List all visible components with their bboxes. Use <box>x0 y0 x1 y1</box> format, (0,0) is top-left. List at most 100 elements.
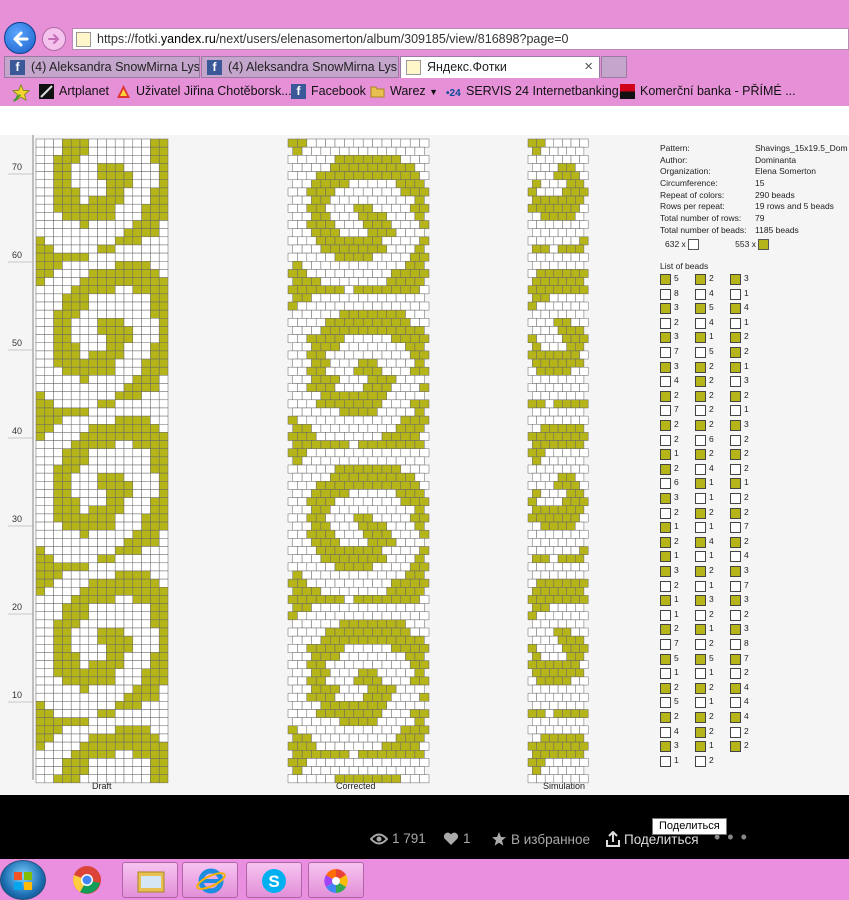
close-icon[interactable]: × <box>584 58 593 75</box>
bead-cell <box>132 252 142 262</box>
new-tab-button[interactable] <box>601 56 627 78</box>
y-tick-label: 20 <box>12 602 22 612</box>
bead-cell <box>339 587 350 596</box>
bead-cell <box>35 244 46 254</box>
bead-cell <box>315 171 326 180</box>
favorite-jirina[interactable]: Uživatel Jiřina Chotěborsk... <box>116 83 292 101</box>
bead-count: 2 <box>709 375 714 386</box>
bead-cell <box>301 293 312 303</box>
bead-cell <box>386 554 397 564</box>
bead-cell <box>123 228 134 238</box>
bead-cell <box>330 554 340 564</box>
bead-cell <box>287 155 298 164</box>
bead-cell <box>320 668 331 678</box>
bead-cell <box>570 203 580 213</box>
file-explorer-icon <box>137 871 165 893</box>
bead-cell <box>62 578 72 588</box>
bead-cell <box>53 334 63 344</box>
info-value: 79 <box>755 213 765 224</box>
bead-cell <box>132 644 142 653</box>
bead-cell <box>150 309 160 319</box>
bead-cell <box>114 309 125 319</box>
bead-cell <box>62 138 72 148</box>
bead-cell <box>566 766 576 775</box>
bead-cell <box>353 464 364 474</box>
bead-cell <box>158 611 169 621</box>
bead-cell <box>570 497 580 507</box>
taskbar-picasa[interactable] <box>308 862 364 898</box>
bead-cell <box>306 595 317 604</box>
bead-cell <box>292 456 303 466</box>
bead-cell <box>62 203 72 213</box>
bead-cell <box>106 326 116 335</box>
bead-cell <box>395 570 406 580</box>
taskbar-file-explorer[interactable] <box>122 862 178 898</box>
bead-count: 4 <box>744 550 749 561</box>
bead-cell <box>301 391 312 401</box>
bead-cell <box>527 399 537 409</box>
bead-cell <box>62 399 72 409</box>
bead-cell <box>35 228 46 238</box>
bead-cell <box>141 456 151 466</box>
bead-list-item: 2 <box>730 667 760 680</box>
bead-cell <box>527 774 537 784</box>
favorite-servis24[interactable]: •24 SERVIS 24 Internetbanking... <box>446 83 629 101</box>
bead-list-item: 8 <box>730 638 760 651</box>
taskbar-internet-explorer[interactable] <box>182 862 238 898</box>
bead-cell <box>325 350 336 360</box>
bead-swatch <box>660 755 671 767</box>
favorite-komercni-banka[interactable]: Komerční banka - PŘÍMÉ ... <box>620 83 796 101</box>
bead-count: 2 <box>674 316 679 327</box>
bead-cell <box>367 587 378 596</box>
bead-cell <box>88 725 98 735</box>
bead-cell <box>377 750 387 759</box>
bead-cell <box>527 741 537 751</box>
back-button[interactable] <box>4 22 36 54</box>
favorite-facebook[interactable]: f Facebook <box>291 83 366 101</box>
bead-cell <box>106 415 116 425</box>
bead-cell <box>575 391 585 401</box>
bead-cell <box>386 603 397 612</box>
bead-cell <box>97 587 107 596</box>
bead-cell <box>123 635 134 645</box>
bead-cell <box>395 358 406 368</box>
bead-cell <box>532 619 542 629</box>
bead-count: 4 <box>709 316 714 327</box>
bead-cell <box>549 261 559 270</box>
bead-cell <box>62 562 72 572</box>
address-bar[interactable]: https://fotki.yandex.ru/next/users/elena… <box>72 28 849 50</box>
start-button[interactable] <box>0 860 46 900</box>
bead-cell <box>53 554 63 564</box>
bead-cell <box>372 676 383 686</box>
tab-facebook-2[interactable]: f (4) Aleksandra SnowMirna Lys... <box>201 56 399 78</box>
bead-cell <box>114 326 125 335</box>
bead-cell <box>348 407 359 417</box>
bead-cell <box>123 464 134 474</box>
bead-cell <box>330 212 340 221</box>
photo-viewer[interactable]: 70 60 50 40 30 20 10 Draft Corrected Simulatio… <box>0 135 849 795</box>
favorite-artplanet[interactable]: Artplanet <box>39 83 109 101</box>
bead-cell <box>132 513 142 523</box>
favorite-warez[interactable]: Warez ▼ <box>370 83 438 101</box>
tab-facebook-1[interactable]: f (4) Aleksandra SnowMirna Lys... <box>4 56 200 78</box>
like-button[interactable]: 1 <box>443 831 471 846</box>
forward-button[interactable] <box>42 27 66 51</box>
bead-cell <box>395 684 406 694</box>
bead-swatch <box>660 712 671 723</box>
bead-cell <box>362 301 373 311</box>
bead-cell <box>62 595 72 604</box>
taskbar-skype[interactable]: S <box>246 862 302 898</box>
bead-cell <box>70 383 81 392</box>
taskbar-chrome[interactable] <box>60 862 116 898</box>
bead-cell <box>419 562 430 572</box>
add-to-favorites-button[interactable]: В избранное <box>491 831 590 847</box>
bead-cell <box>53 277 63 286</box>
bead-count: 2 <box>674 506 679 517</box>
bead-cell <box>315 236 326 246</box>
bead-cell <box>358 163 369 172</box>
bead-cell <box>409 203 420 213</box>
bead-cell <box>70 758 81 767</box>
bead-cell <box>344 741 355 751</box>
bead-cell <box>123 277 134 286</box>
tab-yandex-fotki[interactable]: Яндекс.Фотки × <box>400 56 600 78</box>
